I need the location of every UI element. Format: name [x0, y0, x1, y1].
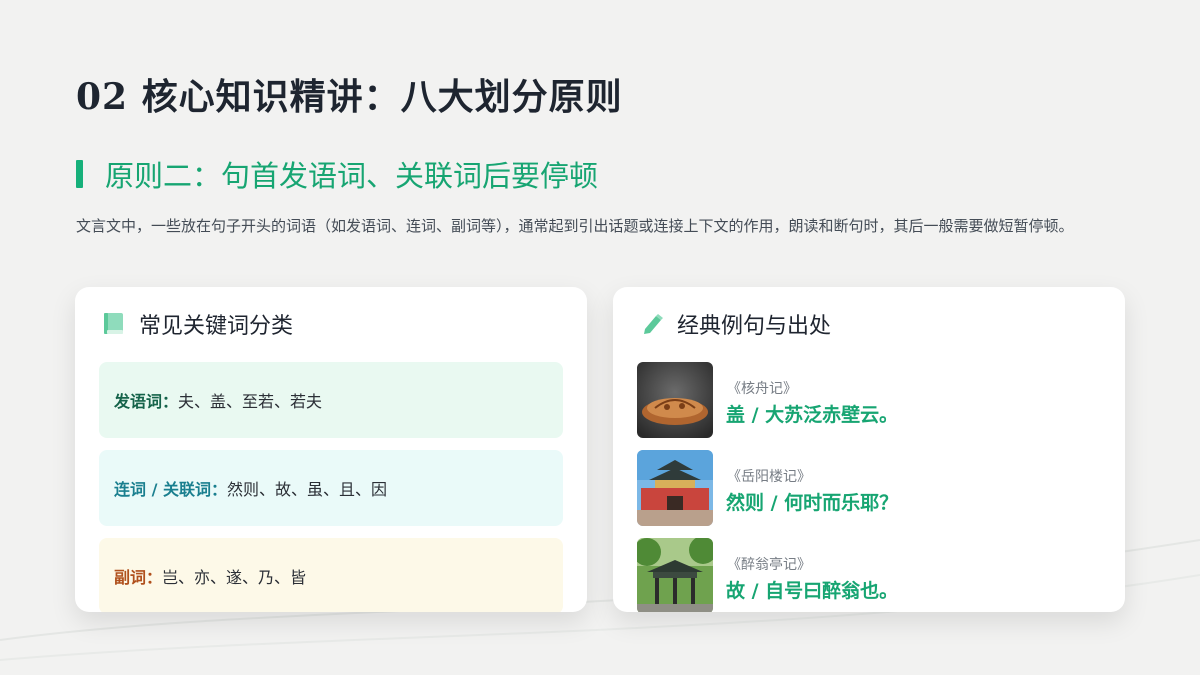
card-title: 经典例句与出处 — [677, 314, 832, 339]
category-words: 然则、故、虽、且、因 — [227, 480, 388, 499]
category-label: 副词： — [114, 568, 163, 587]
category-box-fuci: 副词： 岂、亦、遂、乃、皆 — [99, 538, 563, 612]
example-sentence-card: 经典例句与出处 《核舟记》 盖 / 大苏泛赤壁云。 《岳阳楼记》 然则 / 何时… — [613, 287, 1125, 612]
page-title: 02 核心知识精讲：八大划分原则 — [76, 76, 623, 118]
category-words: 夫、盖、至若、若夫 — [178, 392, 323, 411]
example-item: 《岳阳楼记》 然则 / 何时而乐耶？ — [637, 450, 1107, 526]
example-sentence: 盖 / 大苏泛赤壁云。 — [726, 404, 899, 426]
category-label: 连词 / 关联词： — [114, 480, 227, 499]
example-sentence: 故 / 自号曰醉翁也。 — [726, 580, 899, 602]
category-words: 岂、亦、遂、乃、皆 — [162, 568, 307, 587]
carved-walnut-boat-photo — [637, 362, 713, 438]
example-sentence: 然则 / 何时而乐耶？ — [726, 492, 899, 514]
zuiweng-pavilion-photo — [637, 538, 713, 612]
pencil-icon — [641, 312, 663, 336]
example-item: 《醉翁亭记》 故 / 自号曰醉翁也。 — [637, 538, 1107, 612]
section-header: 原则二：句首发语词、关联词后要停顿 — [76, 157, 598, 193]
example-item: 《核舟记》 盖 / 大苏泛赤壁云。 — [637, 362, 1107, 438]
card-header: 经典例句与出处 — [641, 309, 831, 339]
yueyang-tower-photo — [637, 450, 713, 526]
section-accent-bar — [76, 160, 83, 188]
category-label: 发语词： — [114, 392, 179, 411]
section-title: 原则二：句首发语词、关联词后要停顿 — [105, 159, 599, 193]
example-source: 《醉翁亭记》 — [727, 557, 811, 573]
section-intro: 文言文中，一些放在句子开头的词语（如发语词、连词、副词等），通常起到引出话题或连… — [76, 217, 1074, 235]
card-header: 常见关键词分类 — [103, 309, 293, 339]
keyword-category-card: 常见关键词分类 发语词： 夫、盖、至若、若夫 连词 / 关联词： 然则、故、虽、… — [75, 287, 587, 612]
book-icon — [103, 312, 125, 336]
example-source: 《核舟记》 — [727, 381, 797, 397]
card-title: 常见关键词分类 — [139, 314, 294, 339]
category-box-lianci: 连词 / 关联词： 然则、故、虽、且、因 — [99, 450, 563, 526]
example-source: 《岳阳楼记》 — [727, 469, 811, 485]
category-box-fayu: 发语词： 夫、盖、至若、若夫 — [99, 362, 563, 438]
